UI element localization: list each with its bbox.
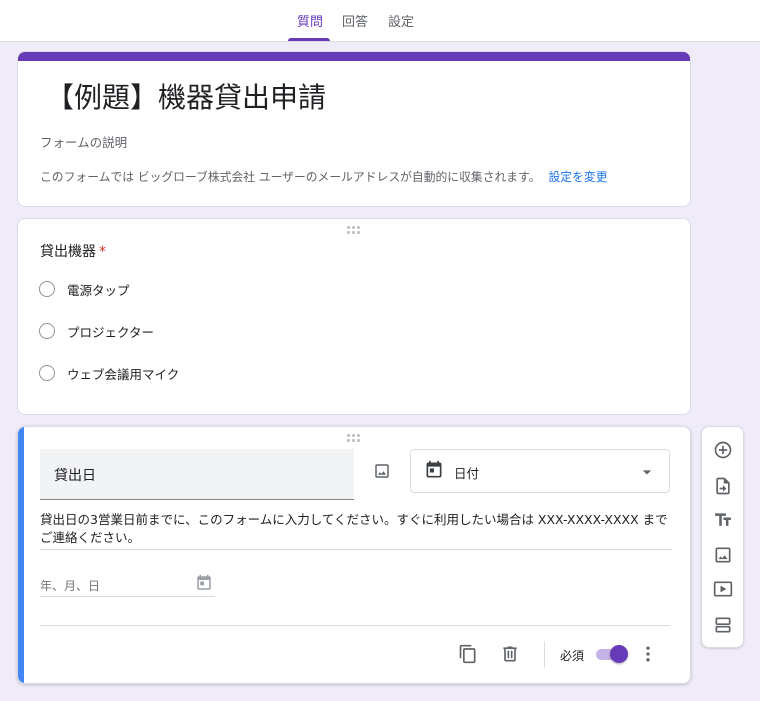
top-tab-bar: 質問 回答 設定 (0, 0, 760, 42)
floating-toolbar (701, 426, 744, 648)
question-type-dropdown[interactable]: 日付 (410, 449, 670, 493)
add-image-icon[interactable] (370, 459, 394, 483)
add-question-icon[interactable] (711, 438, 735, 462)
radio-button-icon[interactable] (39, 323, 55, 339)
calendar-icon (423, 459, 445, 481)
active-tab-indicator (288, 38, 330, 41)
dropdown-arrow-icon (637, 462, 657, 482)
question-type-label: 日付 (454, 466, 480, 481)
radio-option-label: 電源タップ (67, 282, 130, 298)
date-placeholder: 年、月、日 (40, 579, 101, 593)
required-label: 必須 (560, 649, 585, 663)
change-settings-link[interactable]: 設定を変更 (549, 170, 608, 184)
required-asterisk: * (99, 244, 106, 260)
question-card-lending-device[interactable]: 貸出機器 * 電源タップ プロジェクター ウェブ会議用マイク (17, 218, 691, 415)
radio-button-icon[interactable] (39, 281, 55, 297)
date-answer-field: 年、月、日 (40, 571, 215, 597)
question-description-field[interactable]: 貸出日の3営業日前までに、このフォームに入力してください。すぐに利用したい場合は… (40, 511, 672, 550)
card-footer-divider (40, 625, 670, 626)
radio-button-icon[interactable] (39, 365, 55, 381)
drag-handle-icon[interactable] (347, 226, 361, 234)
email-collection-note: このフォームでは ビッグローブ株式会社 ユーザーのメールアドレスが自動的に収集さ… (40, 168, 608, 185)
toggle-knob (610, 645, 628, 663)
title-card-accent-bar (18, 52, 690, 61)
tab-settings[interactable]: 設定 (388, 0, 414, 42)
question-title: 貸出機器 * (40, 241, 106, 261)
form-description-field[interactable]: フォームの説明 (40, 132, 127, 151)
radio-option-label: ウェブ会議用マイク (67, 366, 180, 382)
question-title-text: 貸出機器 (40, 244, 96, 260)
required-toggle[interactable] (596, 645, 628, 663)
radio-option[interactable]: ウェブ会議用マイク (39, 363, 179, 383)
more-options-icon[interactable] (637, 641, 659, 667)
form-title-card[interactable]: 【例題】機器貸出申請 フォームの説明 このフォームでは ビッグローブ株式会社 ユ… (17, 51, 691, 207)
radio-option[interactable]: プロジェクター (39, 321, 154, 341)
tab-responses[interactable]: 回答 (342, 0, 368, 42)
email-collection-text: このフォームでは ビッグローブ株式会社 ユーザーのメールアドレスが自動的に収集さ… (40, 170, 541, 184)
add-image-icon[interactable] (711, 543, 735, 567)
radio-option[interactable]: 電源タップ (39, 279, 130, 299)
add-video-icon[interactable] (711, 577, 735, 601)
footer-vertical-divider (544, 641, 545, 668)
delete-icon[interactable] (497, 641, 523, 667)
question-title-text: 貸出日 (54, 468, 96, 484)
add-title-description-icon[interactable] (711, 508, 735, 532)
tab-questions[interactable]: 質問 (297, 0, 323, 42)
radio-option-label: プロジェクター (67, 324, 155, 340)
duplicate-icon[interactable] (455, 641, 481, 667)
question-title-input[interactable]: 貸出日 (40, 449, 354, 500)
form-title[interactable]: 【例題】機器貸出申請 (46, 78, 326, 118)
import-questions-icon[interactable] (711, 474, 735, 498)
drag-handle-icon[interactable] (347, 434, 361, 442)
question-card-lending-date[interactable]: 貸出日 日付 貸出日の3営業日前までに、このフォームに入力してください。すぐに利… (17, 426, 691, 684)
active-question-indicator (18, 427, 24, 683)
calendar-icon (194, 573, 214, 593)
add-section-icon[interactable] (711, 613, 735, 637)
